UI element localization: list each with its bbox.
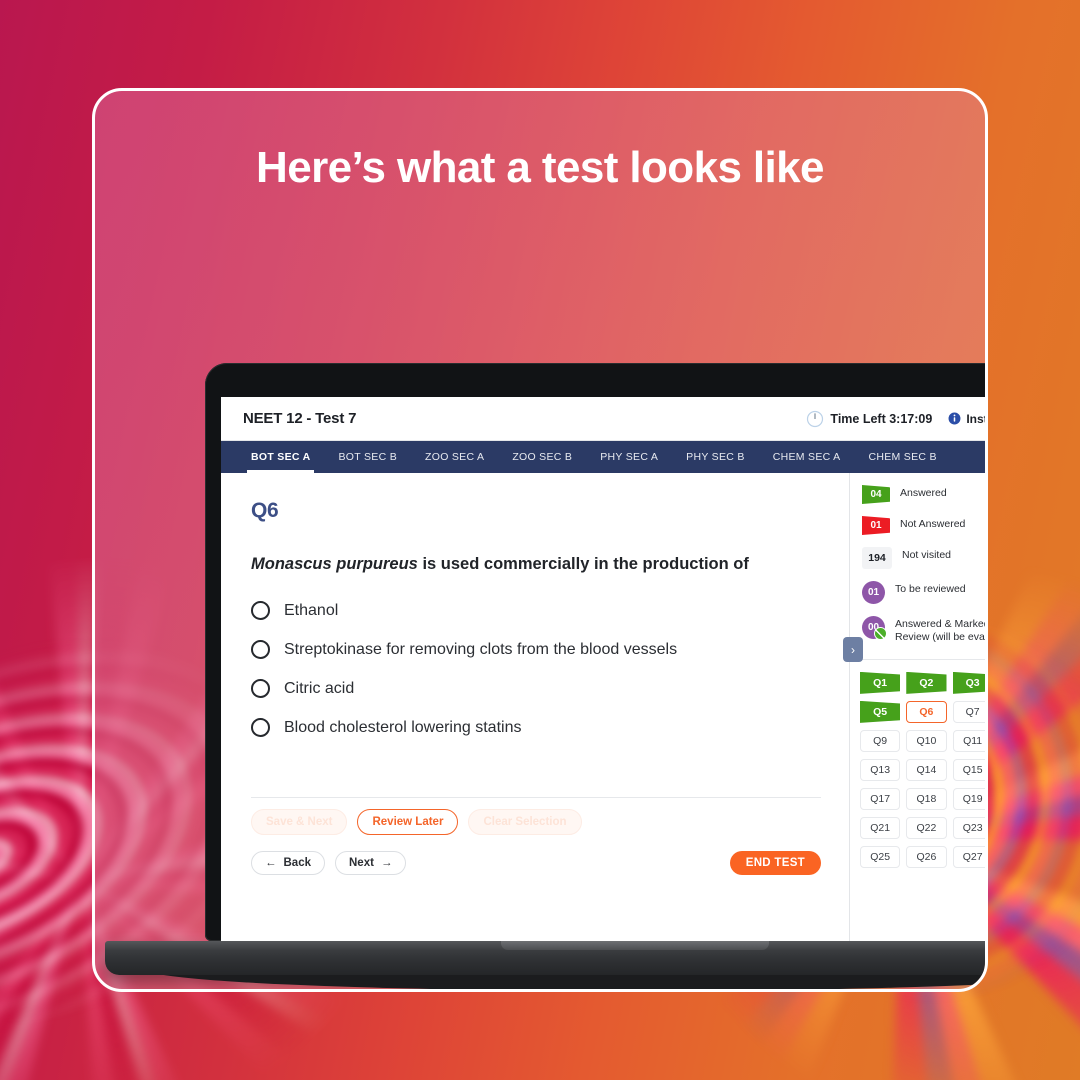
legend-label: Not visited [902, 549, 952, 561]
legend-label: Answered [900, 487, 947, 499]
legend-label: Answered & Marked for Review (will be ev… [895, 618, 988, 644]
tab-zoo-sec-a[interactable]: ZOO SEC A [411, 441, 498, 473]
option-label: Streptokinase for removing clots from th… [284, 640, 678, 658]
laptop-screen: NEET 12 - Test 7 Time Left 3:17:09 Inst … [221, 397, 988, 941]
legend-row: 04 Answered [862, 485, 985, 504]
radio-icon[interactable] [251, 601, 270, 621]
legend-row: 01 To be reviewed [862, 581, 985, 604]
option-row[interactable]: Ethanol [251, 601, 821, 621]
question-cell-q25[interactable]: Q25 [860, 845, 901, 868]
clock-icon [807, 410, 824, 427]
legend-row: 01 Not Answered [862, 516, 985, 535]
radio-icon[interactable] [251, 718, 270, 738]
question-cell-q27[interactable]: Q27 [952, 845, 985, 868]
question-stem: Monascus purpureus is used commercially … [251, 553, 821, 575]
back-button[interactable]: ← Back [251, 851, 325, 875]
section-tabs: BOT SEC A BOT SEC B ZOO SEC A ZOO SEC B PHY … [221, 441, 985, 473]
app-body: Q6 Monascus purpureus is used commercial… [221, 473, 988, 941]
instructions-button[interactable]: Instructions [948, 411, 988, 426]
review-later-button[interactable]: Review Later [357, 809, 459, 835]
legend-row: 00 Answered & Marked for Review (will be … [862, 616, 988, 645]
question-cell-q1[interactable]: Q1 [860, 671, 901, 694]
legend-count-badge: 04 [862, 485, 890, 504]
radio-icon[interactable] [251, 640, 270, 660]
timer-label: Time Left 3:17:09 [830, 411, 933, 426]
info-icon [948, 412, 961, 425]
option-row[interactable]: Citric acid [251, 679, 821, 699]
option-row[interactable]: Blood cholesterol lowering statins [251, 718, 821, 738]
question-cell-q13[interactable]: Q13 [860, 758, 901, 781]
legend-count-badge: 194 [862, 547, 892, 569]
tab-phy-sec-a[interactable]: PHY SEC A [586, 441, 672, 473]
option-row[interactable]: Streptokinase for removing clots from th… [251, 640, 821, 660]
radio-icon[interactable] [251, 679, 270, 699]
legend-label: To be reviewed [895, 583, 966, 595]
question-grid: Q1Q2Q3Q4Q5Q6Q7Q8Q9Q10Q11Q12Q13Q14Q15Q16Q… [850, 660, 985, 868]
clear-selection-button[interactable]: Clear Selection [468, 809, 582, 835]
tab-chem-sec-b[interactable]: CHEM SEC B [854, 441, 950, 473]
legend-count-badge: 01 [862, 581, 885, 604]
navigation-row: ← Back Next → END TEST [251, 851, 821, 875]
question-cell-q15[interactable]: Q15 [952, 758, 985, 781]
tab-bot-sec-a[interactable]: BOT SEC A [237, 441, 324, 473]
question-cell-q21[interactable]: Q21 [860, 816, 901, 839]
laptop-mockup: NEET 12 - Test 7 Time Left 3:17:09 Inst … [105, 363, 988, 989]
question-number: Q6 [251, 499, 279, 522]
question-cell-q11[interactable]: Q11 [952, 729, 985, 752]
question-cell-q17[interactable]: Q17 [860, 787, 901, 810]
tab-phy-sec-b[interactable]: PHY SEC B [672, 441, 759, 473]
question-palette-pane: 04 Answered 01 Not Answered 194 Not visited 01… [849, 473, 988, 941]
question-cell-q19[interactable]: Q19 [952, 787, 985, 810]
answer-actions: Save & Next Review Later Clear Selection [251, 809, 582, 835]
laptop-bezel: NEET 12 - Test 7 Time Left 3:17:09 Inst … [205, 363, 988, 941]
timer: Time Left 3:17:09 [806, 410, 932, 428]
arrow-left-icon: ← [265, 857, 277, 869]
end-test-button[interactable]: END TEST [729, 851, 821, 875]
navigation-left: ← Back Next → [251, 851, 407, 875]
back-label: Back [283, 857, 312, 869]
pane-divider [251, 797, 821, 798]
chevron-right-icon: › [851, 642, 855, 657]
question-cell-q2[interactable]: Q2 [906, 671, 947, 694]
status-legend: 04 Answered 01 Not Answered 194 Not visited 01… [850, 485, 988, 645]
option-label: Citric acid [284, 679, 355, 697]
option-label: Blood cholesterol lowering statins [284, 718, 522, 736]
question-cell-q10[interactable]: Q10 [906, 729, 947, 752]
next-label: Next [349, 857, 374, 869]
header-right: Time Left 3:17:09 Instructions [806, 410, 988, 428]
tab-bot-sec-b[interactable]: BOT SEC B [324, 441, 411, 473]
legend-count-badge: 00 [862, 616, 887, 640]
question-cell-q9[interactable]: Q9 [860, 729, 901, 752]
next-button[interactable]: Next → [335, 851, 407, 875]
question-cell-q18[interactable]: Q18 [906, 787, 947, 810]
instructions-label: Instructions [966, 411, 988, 426]
question-cell-q6[interactable]: Q6 [906, 700, 947, 723]
option-label: Ethanol [284, 601, 339, 619]
app-header: NEET 12 - Test 7 Time Left 3:17:09 Inst [221, 397, 988, 441]
question-cell-q3[interactable]: Q3 [952, 671, 985, 694]
tab-zoo-sec-b[interactable]: ZOO SEC B [498, 441, 586, 473]
promo-card: Here’s what a test looks like NEET 12 - … [92, 88, 988, 992]
question-stem-italic: Monascus purpureus [251, 555, 418, 573]
tab-chem-sec-a[interactable]: CHEM SEC A [759, 441, 855, 473]
laptop-base [105, 941, 985, 975]
question-cell-q22[interactable]: Q22 [906, 816, 947, 839]
collapse-panel-button[interactable]: › [843, 637, 863, 662]
question-cell-q14[interactable]: Q14 [906, 758, 947, 781]
question-cell-q7[interactable]: Q7 [952, 700, 985, 723]
promo-headline: Here’s what a test looks like [256, 143, 824, 192]
question-stem-rest: is used commercially in the production o… [417, 555, 749, 573]
legend-label: Not Answered [900, 518, 966, 530]
question-cell-q26[interactable]: Q26 [906, 845, 947, 868]
question-cell-q23[interactable]: Q23 [952, 816, 985, 839]
save-and-next-button[interactable]: Save & Next [251, 809, 348, 835]
test-title: NEET 12 - Test 7 [243, 410, 357, 427]
question-cell-q5[interactable]: Q5 [860, 700, 901, 723]
legend-row: 194 Not visited [862, 547, 985, 569]
arrow-right-icon: → [380, 857, 393, 869]
option-list: Ethanol Streptokinase for removing clots … [251, 601, 821, 738]
legend-count-badge: 01 [862, 516, 890, 535]
question-pane: Q6 Monascus purpureus is used commercial… [221, 473, 863, 941]
